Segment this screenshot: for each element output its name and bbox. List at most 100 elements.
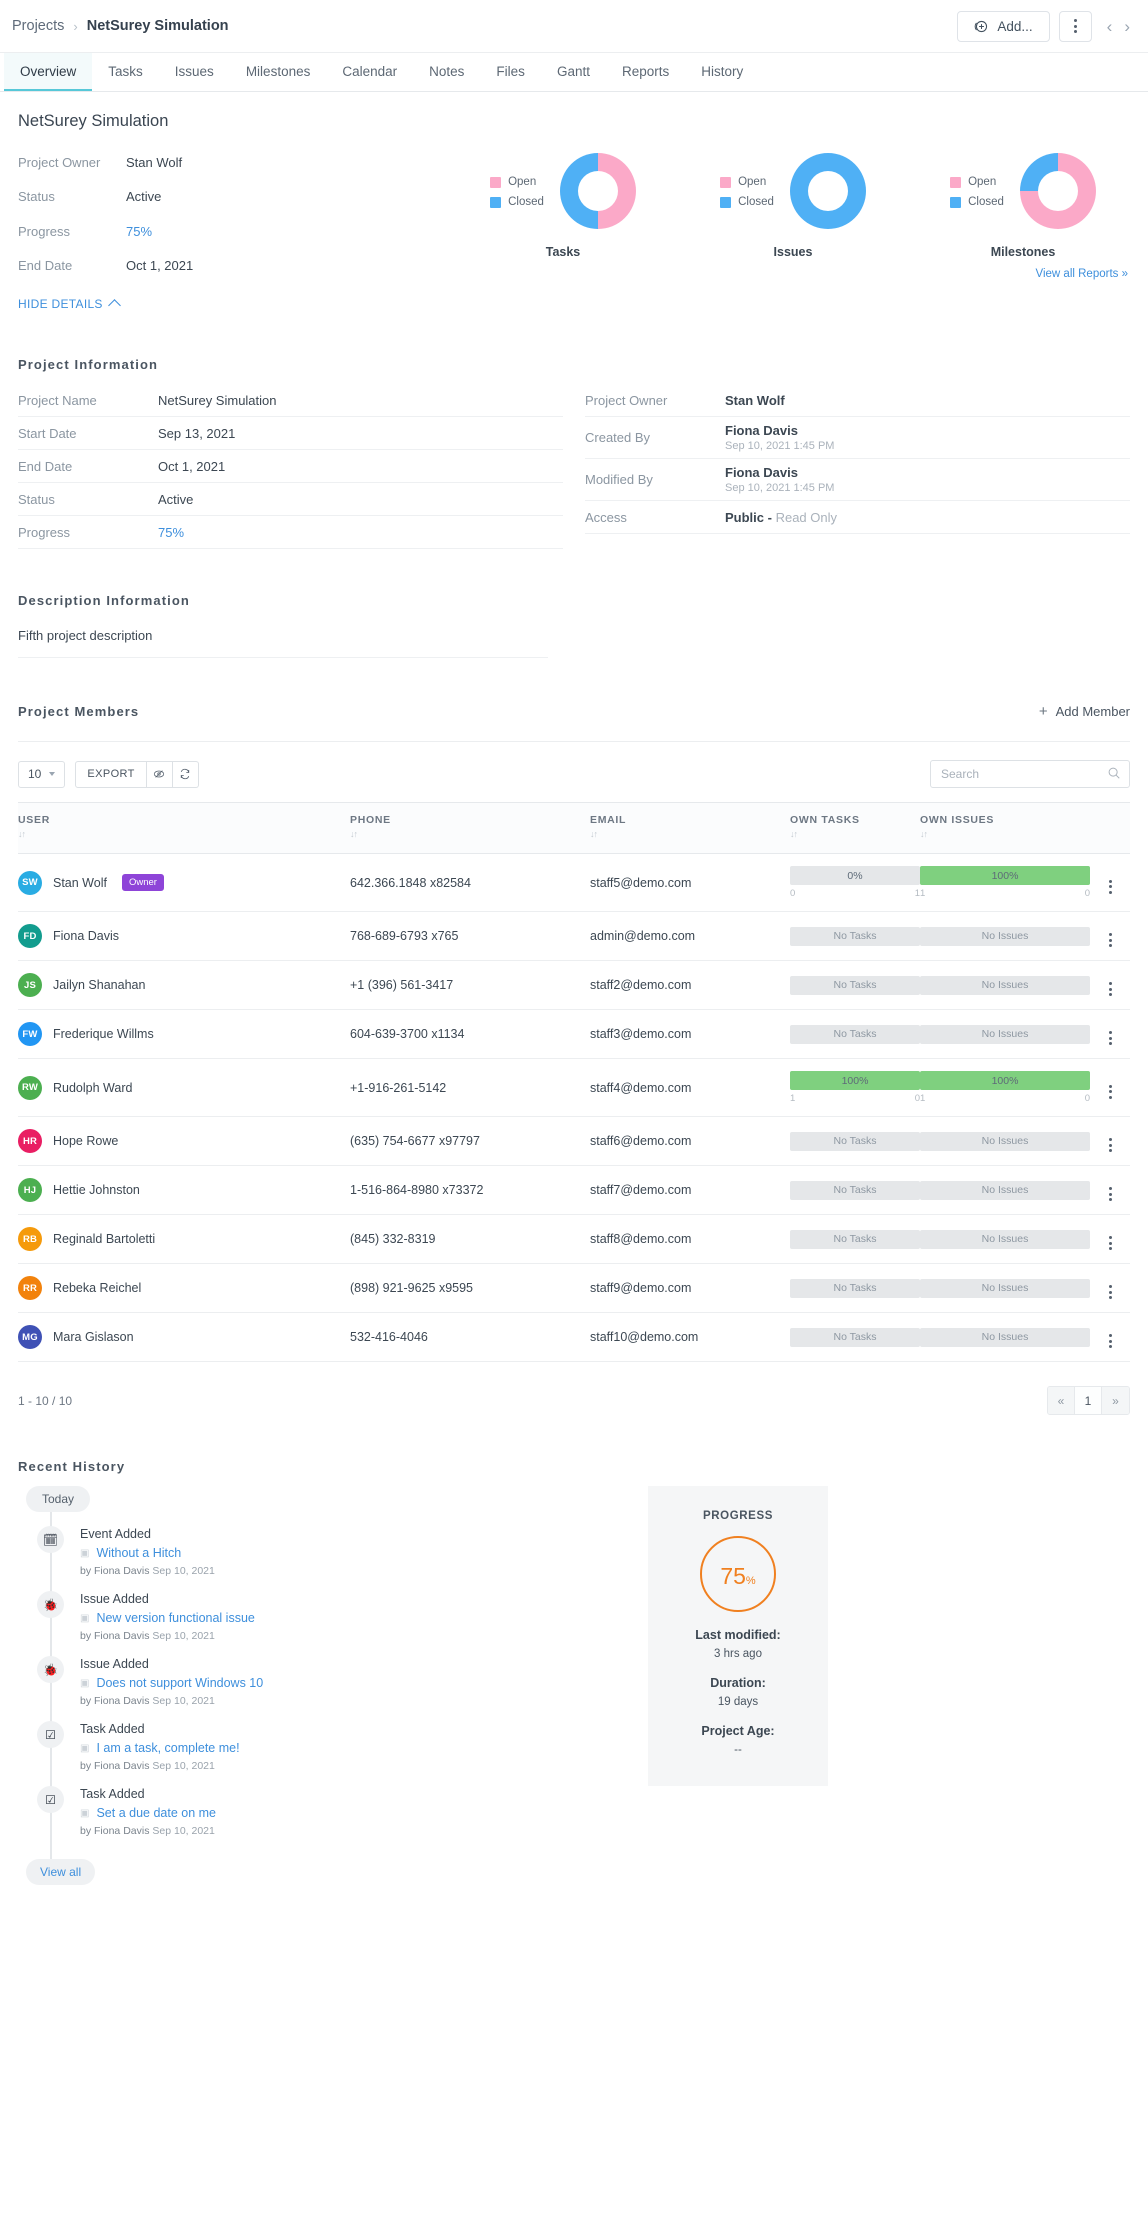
metric-empty: No Tasks bbox=[790, 975, 920, 995]
info-value[interactable]: 75% bbox=[158, 525, 184, 540]
column-header-email[interactable]: EMAIL ↓↑ bbox=[590, 802, 790, 854]
refresh-button[interactable] bbox=[172, 760, 199, 788]
sort-icon[interactable]: ↓↑ bbox=[920, 829, 1090, 839]
info-label: Progress bbox=[18, 524, 71, 540]
member-name[interactable]: Jailyn Shanahan bbox=[53, 978, 145, 992]
info-value-muted: Read Only bbox=[775, 509, 837, 525]
email-cell: admin@demo.com bbox=[590, 911, 790, 961]
row-actions-button[interactable] bbox=[1090, 911, 1130, 961]
tab-gantt[interactable]: Gantt bbox=[541, 53, 606, 91]
table-row[interactable]: FD Fiona Davis 768-689-6793 x765 admin@demo… bbox=[18, 911, 1130, 961]
history-item-link[interactable]: ▣ Set a due date on me bbox=[80, 1806, 216, 1820]
kebab-icon bbox=[1073, 19, 1077, 33]
row-actions-button[interactable] bbox=[1090, 1263, 1130, 1313]
column-header-phone[interactable]: PHONE ↓↑ bbox=[350, 802, 590, 854]
member-name[interactable]: Reginald Bartoletti bbox=[53, 1232, 155, 1246]
more-options-button[interactable] bbox=[1058, 10, 1092, 42]
avatar: HR bbox=[18, 1129, 42, 1153]
pager-next[interactable]: » bbox=[1102, 1387, 1129, 1414]
member-name[interactable]: Frederique Willms bbox=[53, 1027, 154, 1041]
legend-item-open: Open bbox=[720, 176, 774, 188]
member-name[interactable]: Fiona Davis bbox=[53, 929, 119, 943]
table-row[interactable]: RW Rudolph Ward +1-916-261-5142 staff4@demo… bbox=[18, 1058, 1130, 1117]
history-item-kind: Issue Added bbox=[80, 1657, 149, 1671]
info-label: Project Owner bbox=[585, 392, 668, 408]
tab-overview[interactable]: Overview bbox=[4, 53, 93, 91]
view-all-reports-link[interactable]: View all Reports » bbox=[1036, 268, 1128, 280]
member-name[interactable]: Hope Rowe bbox=[53, 1134, 118, 1148]
column-header-own-issues[interactable]: OWN ISSUES ↓↑ bbox=[920, 802, 1090, 854]
breadcrumb-projects-link[interactable]: Projects bbox=[12, 18, 64, 34]
row-actions-button[interactable] bbox=[1090, 1009, 1130, 1059]
table-row[interactable]: HR Hope Rowe (635) 754-6677 x97797 staff6@d… bbox=[18, 1116, 1130, 1166]
table-row[interactable]: JS Jailyn Shanahan +1 (396) 561-3417 staff2… bbox=[18, 960, 1130, 1010]
member-name[interactable]: Rudolph Ward bbox=[53, 1081, 132, 1095]
row-actions-button[interactable] bbox=[1090, 1058, 1130, 1117]
sort-icon[interactable]: ↓↑ bbox=[590, 829, 790, 839]
tab-milestones[interactable]: Milestones bbox=[230, 53, 327, 91]
sort-icon[interactable]: ↓↑ bbox=[350, 829, 590, 839]
tab-files[interactable]: Files bbox=[480, 53, 541, 91]
table-row[interactable]: HJ Hettie Johnston 1-516-864-8980 x73372 st… bbox=[18, 1165, 1130, 1215]
history-item-link[interactable]: ▣ I am a task, complete me! bbox=[80, 1741, 240, 1755]
row-actions-button[interactable] bbox=[1090, 1116, 1130, 1166]
next-record-icon[interactable]: › bbox=[1124, 18, 1130, 35]
pager-prev[interactable]: « bbox=[1048, 1387, 1075, 1414]
tab-calendar[interactable]: Calendar bbox=[326, 53, 413, 91]
clipboard-check-icon: ☑ bbox=[37, 1721, 64, 1748]
member-name[interactable]: Rebeka Reichel bbox=[53, 1281, 141, 1295]
tab-notes[interactable]: Notes bbox=[413, 53, 480, 91]
row-actions-button[interactable] bbox=[1090, 1214, 1130, 1264]
pager-page-1[interactable]: 1 bbox=[1075, 1387, 1102, 1414]
metric-empty: No Tasks bbox=[790, 1327, 920, 1347]
tab-reports[interactable]: Reports bbox=[606, 53, 685, 91]
page-size-select[interactable]: 10 bbox=[18, 760, 66, 788]
phone-cell: 604-639-3700 x1134 bbox=[350, 1009, 590, 1059]
tab-issues[interactable]: Issues bbox=[159, 53, 230, 91]
row-actions-button[interactable] bbox=[1090, 1165, 1130, 1215]
metric-percent: 100% bbox=[841, 1074, 869, 1087]
sort-icon[interactable]: ↓↑ bbox=[790, 829, 920, 839]
member-name[interactable]: Stan Wolf bbox=[53, 876, 107, 890]
history-item-link[interactable]: ▣ Does not support Windows 10 bbox=[80, 1676, 263, 1690]
history-item-author: by Fiona Davis bbox=[80, 1565, 153, 1577]
table-row[interactable]: SW Stan Wolf Owner 642.366.1848 x82584 staff… bbox=[18, 853, 1130, 912]
previous-record-icon[interactable]: ‹ bbox=[1107, 18, 1113, 35]
add-member-button[interactable]: + Add Member bbox=[1039, 704, 1130, 719]
table-row[interactable]: RB Reginald Bartoletti (845) 332-8319 staff… bbox=[18, 1214, 1130, 1264]
history-item-link[interactable]: ▣ New version functional issue bbox=[80, 1611, 255, 1625]
row-actions-button[interactable] bbox=[1090, 960, 1130, 1010]
table-row[interactable]: MG Mara Gislason 532-416-4046 staff10@demo.… bbox=[18, 1312, 1130, 1362]
column-visibility-button[interactable] bbox=[146, 760, 173, 788]
kebab-icon bbox=[1108, 1285, 1112, 1299]
summary-value[interactable]: 75% bbox=[126, 224, 152, 239]
row-actions-button[interactable] bbox=[1090, 1312, 1130, 1362]
history-item-link[interactable]: ▣ Without a Hitch bbox=[80, 1546, 215, 1560]
column-header-own-tasks[interactable]: OWN TASKS ↓↑ bbox=[790, 802, 920, 854]
member-name[interactable]: Hettie Johnston bbox=[53, 1183, 140, 1197]
phone-cell: (635) 754-6677 x97797 bbox=[350, 1116, 590, 1166]
avatar: FD bbox=[18, 924, 42, 948]
history-item-author: by Fiona Davis bbox=[80, 1825, 153, 1837]
member-name[interactable]: Mara Gislason bbox=[53, 1330, 134, 1344]
tab-tasks[interactable]: Tasks bbox=[92, 53, 159, 91]
column-header-label: OWN ISSUES bbox=[920, 814, 995, 826]
row-actions-button[interactable] bbox=[1090, 853, 1130, 912]
metric-empty: No Tasks bbox=[790, 1131, 920, 1151]
sort-icon[interactable]: ↓↑ bbox=[18, 829, 350, 839]
table-row[interactable]: RR Rebeka Reichel (898) 921-9625 x9595 staf… bbox=[18, 1263, 1130, 1313]
add-button[interactable]: Add... bbox=[957, 10, 1050, 42]
column-header-user[interactable]: USER ↓↑ bbox=[18, 802, 350, 854]
phone-cell: +1 (396) 561-3417 bbox=[350, 960, 590, 1010]
tab-history[interactable]: History bbox=[685, 53, 759, 91]
hide-details-toggle[interactable]: HIDE DETAILS bbox=[18, 297, 121, 312]
column-header-label: EMAIL bbox=[590, 814, 627, 826]
table-row[interactable]: FW Frederique Willms 604-639-3700 x1134 sta… bbox=[18, 1009, 1130, 1059]
view-all-history-button[interactable]: View all bbox=[26, 1859, 96, 1885]
search-input[interactable] bbox=[930, 760, 1130, 788]
metric-counts: 01 bbox=[790, 888, 920, 899]
export-button[interactable]: EXPORT bbox=[75, 760, 147, 788]
avatar: MG bbox=[18, 1325, 42, 1349]
chart-legend: Open Closed bbox=[720, 174, 774, 208]
info-value: Oct 1, 2021 bbox=[158, 458, 226, 474]
